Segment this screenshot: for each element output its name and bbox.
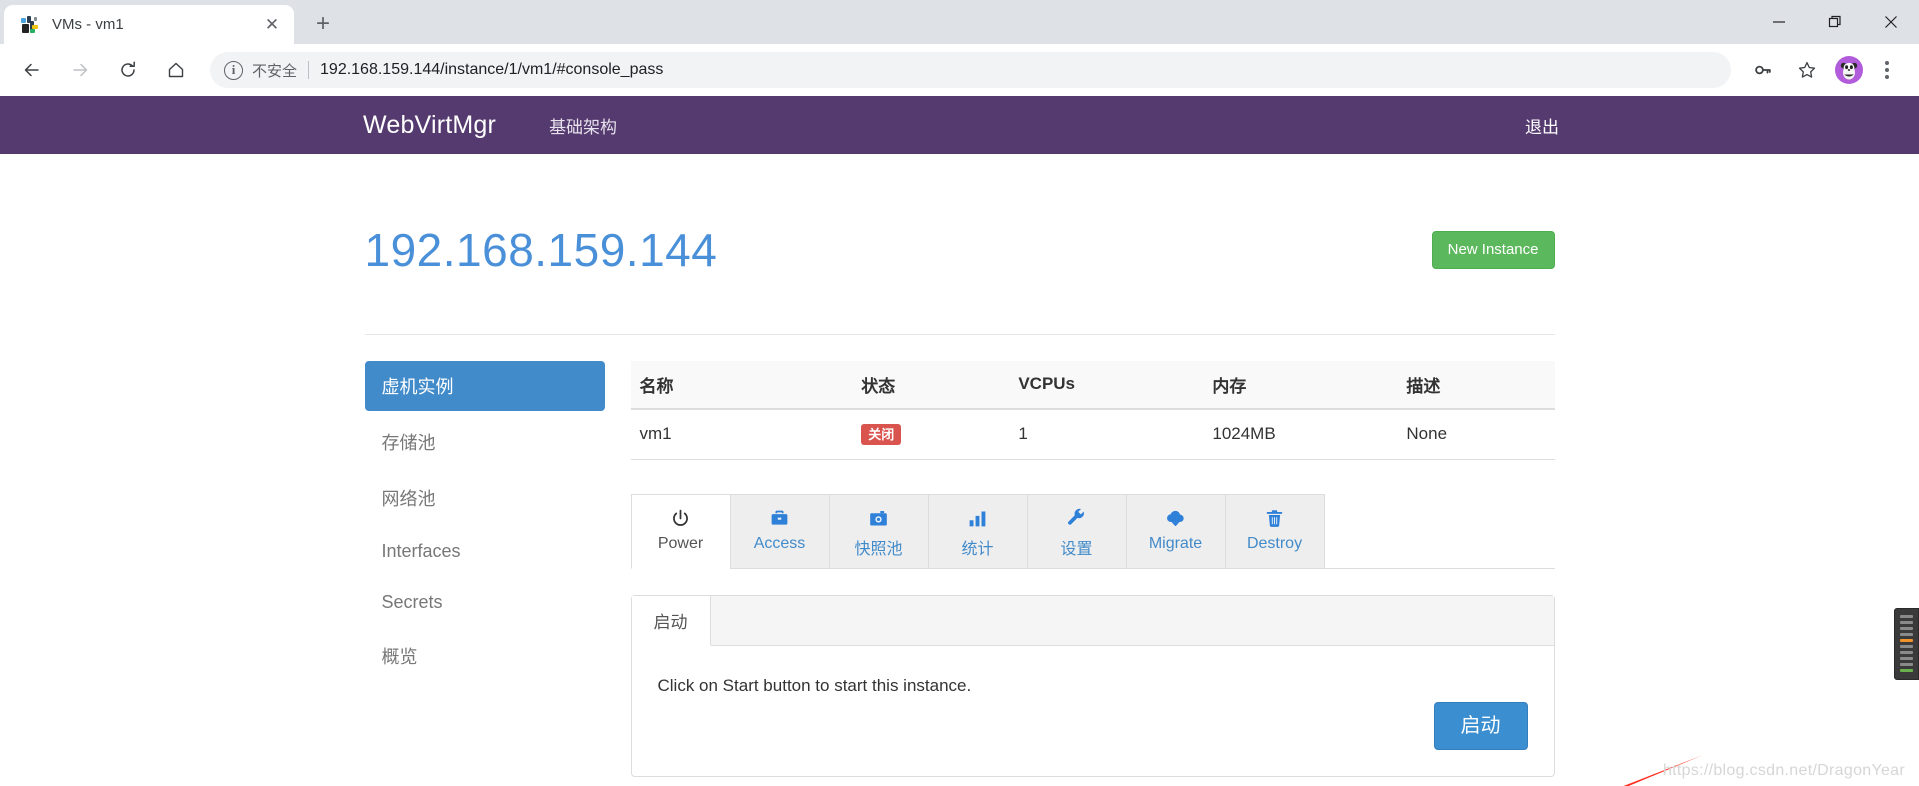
cell-instance-description: None xyxy=(1397,408,1555,461)
sidebar-item-secrets[interactable]: Secrets xyxy=(365,580,605,625)
kebab-menu-icon[interactable] xyxy=(1869,52,1905,88)
nav-link-infrastructure[interactable]: 基础架构 xyxy=(549,113,617,138)
logout-link[interactable]: 退出 xyxy=(1525,113,1559,138)
browser-tab-title: VMs - vm1 xyxy=(52,16,124,33)
tab-power[interactable]: Power xyxy=(630,494,731,570)
cell-instance-memory: 1024MB xyxy=(1203,408,1398,461)
site-info-icon[interactable]: i xyxy=(224,60,243,80)
omnibox-divider xyxy=(308,61,310,79)
bar-chart-icon xyxy=(933,506,1023,530)
close-tab-icon[interactable]: ✕ xyxy=(260,13,284,37)
sidebar-item-overview[interactable]: 概览 xyxy=(365,631,605,681)
main-content: 名称 状态 VCPUs 内存 描述 vm1 关闭 1 1024MB None P… xyxy=(630,360,1555,778)
key-icon[interactable] xyxy=(1745,52,1781,88)
navbar-right: 退出 xyxy=(1525,96,1919,154)
security-status-label: 不安全 xyxy=(252,62,298,80)
column-header-memory: 内存 xyxy=(1203,360,1398,410)
avatar[interactable] xyxy=(1835,56,1863,84)
table-row[interactable]: vm1 关闭 1 1024MB None xyxy=(630,408,1555,461)
column-header-vcpus: VCPUs xyxy=(1009,360,1204,410)
cloud-download-icon xyxy=(1131,506,1221,530)
power-panel-message: Click on Start button to start this inst… xyxy=(657,676,972,696)
browser-window: VMs - vm1 ✕ + i 不安全 192.168.159.144/inst… xyxy=(0,0,1919,786)
tab-settings-label: 设置 xyxy=(1060,541,1093,559)
sidebar: 虚机实例 存储池 网络池 Interfaces Secrets 概览 xyxy=(364,360,631,778)
edge-floating-widget[interactable] xyxy=(1894,608,1919,680)
maximize-icon[interactable] xyxy=(1807,0,1863,44)
back-arrow-icon[interactable] xyxy=(12,50,52,90)
cell-instance-vcpus: 1 xyxy=(1009,408,1204,461)
page-title: 192.168.159.144 xyxy=(364,223,718,276)
toolbar-right-actions xyxy=(1741,52,1911,88)
tab-statistics[interactable]: 统计 xyxy=(927,494,1028,570)
tab-destroy[interactable]: Destroy xyxy=(1224,494,1325,570)
camera-icon xyxy=(834,506,924,530)
app-brand[interactable]: WebVirtMgr xyxy=(363,111,496,140)
page-header: 192.168.159.144 New Instance xyxy=(364,192,1555,335)
minimize-icon[interactable] xyxy=(1751,0,1807,44)
tab-access[interactable]: Access xyxy=(729,494,830,570)
browser-toolbar: i 不安全 192.168.159.144/instance/1/vm1/#co… xyxy=(0,44,1919,96)
cell-instance-name[interactable]: vm1 xyxy=(630,408,853,461)
url-text[interactable]: 192.168.159.144/instance/1/vm1/#console_… xyxy=(320,61,663,79)
tab-destroy-label: Destroy xyxy=(1246,535,1303,553)
instances-table: 名称 状态 VCPUs 内存 描述 vm1 关闭 1 1024MB None xyxy=(630,360,1555,461)
power-panel: 启动 Click on Start button to start this i… xyxy=(630,595,1555,778)
browser-tabstrip: VMs - vm1 ✕ + xyxy=(0,0,1919,44)
tab-power-label: Power xyxy=(657,535,704,553)
start-button[interactable]: 启动 xyxy=(1433,702,1528,751)
tab-access-label: Access xyxy=(753,535,806,553)
power-icon xyxy=(636,506,726,530)
power-panel-tabs: 启动 xyxy=(631,596,1554,647)
tab-statistics-label: 统计 xyxy=(961,541,994,559)
close-window-icon[interactable] xyxy=(1863,0,1919,44)
panel-tab-start[interactable]: 启动 xyxy=(631,596,711,647)
home-icon[interactable] xyxy=(156,50,196,90)
column-header-description: 描述 xyxy=(1397,360,1555,410)
page-container: 192.168.159.144 New Instance 虚机实例 存储池 网络… xyxy=(364,154,1555,778)
sidebar-item-storage-pool[interactable]: 存储池 xyxy=(365,417,605,467)
status-badge: 关闭 xyxy=(861,423,902,446)
page-viewport: WebVirtMgr 基础架构 退出 192.168.159.144 New I… xyxy=(0,96,1919,786)
watermark: https://blog.csdn.net/DragonYear xyxy=(1662,762,1905,779)
window-controls xyxy=(1751,0,1919,44)
wrench-icon xyxy=(1032,506,1122,530)
star-icon[interactable] xyxy=(1789,52,1825,88)
sidebar-item-instances[interactable]: 虚机实例 xyxy=(364,360,605,411)
trash-icon xyxy=(1230,506,1320,530)
tab-migrate-label: Migrate xyxy=(1148,535,1203,553)
tab-snapshots-label: 快照池 xyxy=(854,541,903,559)
column-header-state: 状态 xyxy=(852,360,1010,410)
reload-icon[interactable] xyxy=(108,50,148,90)
new-tab-button[interactable]: + xyxy=(306,7,340,41)
page-body: 虚机实例 存储池 网络池 Interfaces Secrets 概览 名称 状态 xyxy=(364,335,1555,778)
forward-arrow-icon xyxy=(60,50,100,90)
sidebar-item-interfaces[interactable]: Interfaces xyxy=(365,529,605,574)
column-header-name: 名称 xyxy=(630,360,853,410)
power-panel-body: Click on Start button to start this inst… xyxy=(632,646,1554,776)
cell-instance-state: 关闭 xyxy=(852,408,1010,461)
address-bar[interactable]: i 不安全 192.168.159.144/instance/1/vm1/#co… xyxy=(210,52,1731,88)
tab-snapshots[interactable]: 快照池 xyxy=(828,494,929,570)
tab-settings[interactable]: 设置 xyxy=(1026,494,1127,570)
app-navbar: WebVirtMgr 基础架构 退出 xyxy=(0,96,1919,154)
browser-tab[interactable]: VMs - vm1 ✕ xyxy=(4,5,294,44)
table-header-row: 名称 状态 VCPUs 内存 描述 xyxy=(630,360,1555,410)
vm-favicon xyxy=(20,15,40,35)
tab-list: Power Access 快照池 统计 设置 Migrate Destroy xyxy=(630,494,1555,570)
instance-action-tabs: Power Access 快照池 统计 设置 Migrate Destroy xyxy=(630,494,1555,570)
tab-migrate[interactable]: Migrate xyxy=(1125,494,1226,570)
new-instance-button[interactable]: New Instance xyxy=(1431,230,1555,269)
sidebar-item-network-pool[interactable]: 网络池 xyxy=(365,473,605,523)
briefcase-icon xyxy=(735,506,825,530)
